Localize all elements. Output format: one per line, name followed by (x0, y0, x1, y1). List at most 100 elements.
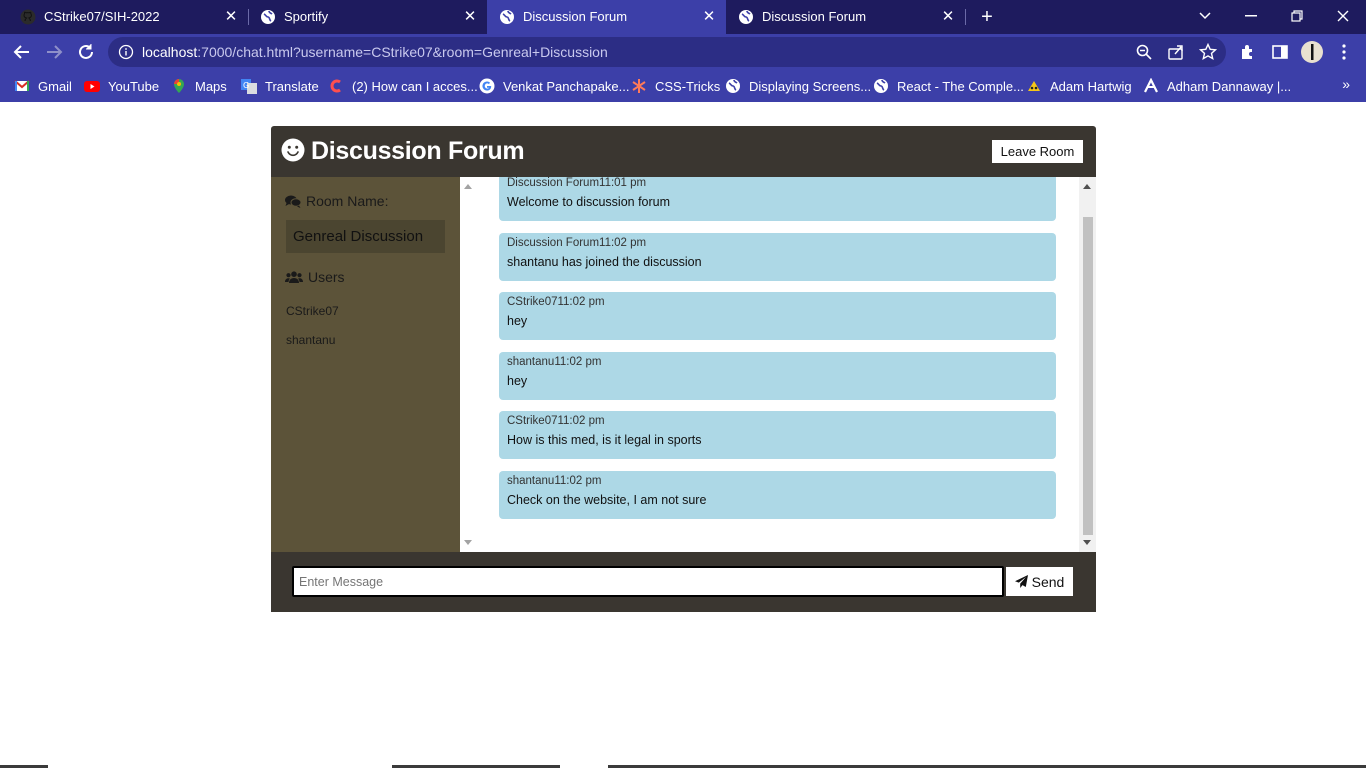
forum-container: Discussion Forum Leave Room Room Name: G… (271, 126, 1096, 612)
back-button[interactable] (9, 39, 35, 65)
menu-icon[interactable] (1333, 41, 1355, 63)
tab-divider (965, 9, 966, 25)
users-icon (285, 271, 303, 283)
close-icon[interactable]: ✕ (461, 7, 479, 25)
user-list-item: shantanu (286, 333, 336, 347)
profile-avatar[interactable] (1301, 41, 1323, 63)
leave-room-button[interactable]: Leave Room (992, 140, 1083, 163)
tab-github[interactable]: CStrike07/SIH-2022 ✕ (8, 0, 248, 34)
message-text: hey (507, 374, 528, 388)
chat-message: shantanu11:02 pm hey (499, 352, 1056, 400)
url-text: localhost:7000/chat.html?username=CStrik… (142, 44, 608, 60)
close-icon[interactable]: ✕ (700, 7, 718, 25)
forward-button[interactable] (41, 39, 67, 65)
share-icon[interactable] (1167, 43, 1185, 61)
reload-button[interactable] (73, 39, 99, 65)
translate-icon: G (241, 79, 257, 94)
message-compose-bar: Send (271, 552, 1096, 612)
youtube-icon (84, 81, 100, 92)
adham-icon (1144, 78, 1158, 93)
bookmark-youtube[interactable]: YouTube (84, 76, 159, 96)
chat-sidebar: Room Name: Genreal Discussion Users CStr… (271, 177, 460, 552)
message-text: Check on the website, I am not sure (507, 493, 707, 507)
side-panel-icon[interactable] (1269, 41, 1291, 63)
bookmarks-overflow-icon[interactable]: » (1342, 76, 1350, 92)
bookmark-displaying-screens[interactable]: Displaying Screens... (725, 76, 871, 96)
chat-message: shantanu11:02 pm Check on the website, I… (499, 471, 1056, 519)
chat-message: CStrike0711:02 pm How is this med, is it… (499, 411, 1056, 459)
tab-title: CStrike07/SIH-2022 (44, 9, 160, 24)
new-tab-button[interactable]: + (976, 6, 998, 28)
chat-message: CStrike0711:02 pm hey (499, 292, 1056, 340)
message-text: hey (507, 314, 528, 328)
tab-title: Discussion Forum (762, 9, 867, 24)
send-button[interactable]: Send (1006, 567, 1073, 596)
message-text: Welcome to discussion forum (507, 195, 671, 209)
star-icon[interactable] (1199, 43, 1217, 61)
bookmark-gmail[interactable]: Gmail (14, 76, 72, 96)
minimize-icon[interactable] (1237, 3, 1265, 29)
message-meta: shantanu11:02 pm (507, 475, 602, 487)
room-name-box: Genreal Discussion (286, 220, 445, 253)
bookmark-maps[interactable]: Maps (171, 76, 227, 96)
paper-plane-icon (1014, 575, 1028, 588)
gmail-icon (14, 80, 30, 91)
address-bar[interactable]: localhost:7000/chat.html?username=CStrik… (108, 37, 1226, 67)
tab-discussion-forum-active[interactable]: Discussion Forum ✕ (487, 0, 726, 34)
tab-discussion-forum[interactable]: Discussion Forum ✕ (726, 0, 965, 34)
scroll-down-arrow[interactable] (1083, 540, 1091, 545)
bookmark-adham-dannaway[interactable]: Adham Dannaway |... (1143, 76, 1291, 96)
left-scrollbar[interactable] (460, 177, 477, 552)
bookmark-css-tricks[interactable]: CSS-Tricks (631, 76, 720, 96)
scroll-up-arrow[interactable] (1083, 184, 1091, 189)
adam-icon (1028, 81, 1040, 91)
globe-icon (739, 10, 753, 24)
close-window-icon[interactable] (1329, 3, 1357, 29)
info-icon[interactable] (118, 44, 134, 60)
chat-messages[interactable]: Discussion Forum11:01 pm Welcome to disc… (460, 177, 1096, 552)
svg-text:G: G (243, 81, 249, 90)
tab-sportify[interactable]: Sportify ✕ (248, 0, 487, 34)
bookmark-coursera[interactable]: (2) How can I acces... (328, 76, 478, 96)
scroll-up-arrow[interactable] (464, 184, 472, 189)
maps-icon (174, 79, 184, 93)
coursera-icon (330, 79, 341, 93)
smile-icon (281, 138, 305, 162)
users-heading: Users (285, 269, 345, 285)
google-icon (479, 78, 495, 94)
globe-icon (726, 79, 740, 93)
messages-scrollbar[interactable] (1079, 177, 1096, 552)
message-input[interactable] (292, 566, 1004, 597)
forum-header: Discussion Forum Leave Room (271, 126, 1096, 177)
tab-search-icon[interactable] (1191, 3, 1219, 29)
message-meta: Discussion Forum11:01 pm (507, 177, 647, 189)
restore-icon[interactable] (1283, 3, 1311, 29)
message-meta: shantanu11:02 pm (507, 356, 602, 368)
bookmark-translate[interactable]: G Translate (241, 76, 319, 96)
scrollbar-thumb[interactable] (1083, 217, 1093, 535)
scroll-down-arrow[interactable] (464, 540, 472, 545)
room-name-heading: Room Name: (285, 193, 388, 209)
globe-icon (261, 10, 275, 24)
message-meta: CStrike0711:02 pm (507, 415, 605, 427)
close-icon[interactable]: ✕ (939, 7, 957, 25)
room-name: Genreal Discussion (293, 228, 424, 245)
message-meta: CStrike0711:02 pm (507, 296, 605, 308)
bookmark-adam-hartwig[interactable]: Adam Hartwig (1026, 76, 1132, 96)
message-text: How is this med, is it legal in sports (507, 433, 702, 447)
comments-icon (285, 195, 301, 208)
page-title: Discussion Forum (311, 137, 525, 165)
bookmark-google[interactable]: Venkat Panchapake... (479, 76, 629, 96)
close-icon[interactable]: ✕ (222, 7, 240, 25)
css-tricks-icon (632, 79, 646, 93)
globe-icon (500, 10, 514, 24)
tab-strip: CStrike07/SIH-2022 ✕ Sportify ✕ Discussi… (0, 0, 1366, 34)
tab-title: Sportify (284, 9, 329, 24)
extensions-icon[interactable] (1237, 41, 1259, 63)
message-text: shantanu has joined the discussion (507, 255, 702, 269)
zoom-icon[interactable] (1135, 43, 1153, 61)
bookmark-react[interactable]: React - The Comple... (873, 76, 1024, 96)
globe-icon (874, 79, 888, 93)
browser-toolbar: localhost:7000/chat.html?username=CStrik… (0, 34, 1366, 70)
message-meta: Discussion Forum11:02 pm (507, 237, 647, 249)
